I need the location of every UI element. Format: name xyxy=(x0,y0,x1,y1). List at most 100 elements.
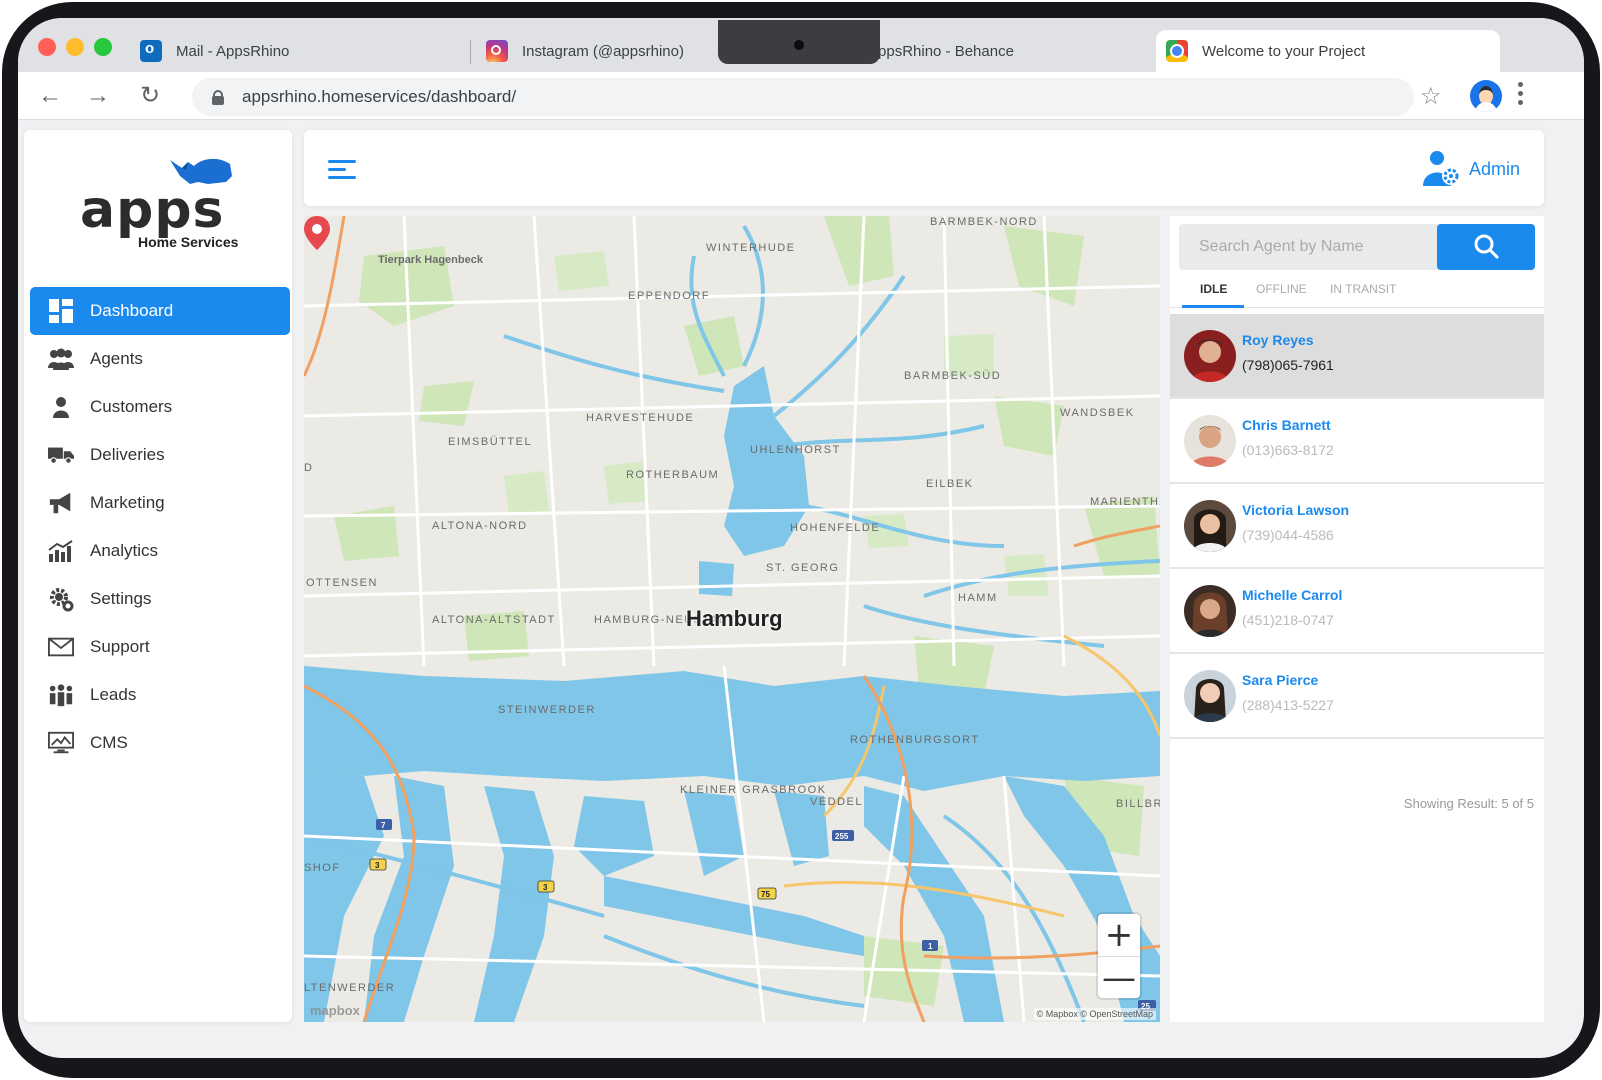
sidebar-item-dashboard[interactable]: Dashboard xyxy=(30,287,290,335)
district-label: LTENWERDER xyxy=(304,982,396,994)
district-label: HARVESTEHUDE xyxy=(586,412,695,424)
district-label: HOHENFELDE xyxy=(790,522,881,534)
sidebar-item-analytics[interactable]: Analytics xyxy=(30,527,290,575)
sidebar-item-settings[interactable]: Settings xyxy=(30,575,290,623)
tab-title: Instagram (@appsrhino) xyxy=(522,42,684,60)
camera-notch xyxy=(718,20,880,64)
sidebar-item-cms[interactable]: CMS xyxy=(30,719,290,767)
zoom-in-button[interactable]: + xyxy=(1098,914,1140,956)
group-icon xyxy=(48,682,74,708)
tab-title: AppsRhino - Behance xyxy=(868,42,1014,60)
menu-toggle-icon[interactable] xyxy=(328,160,356,184)
url-text: appsrhino.homeservices/dashboard/ xyxy=(242,87,517,106)
zoom-control: + — xyxy=(1098,914,1140,998)
minimize-window-button[interactable] xyxy=(66,38,84,56)
lock-icon xyxy=(212,90,224,105)
forward-button[interactable]: → xyxy=(86,82,110,110)
avatar xyxy=(1184,500,1236,552)
avatar xyxy=(1184,585,1236,637)
road-shield-label: 7 xyxy=(381,821,386,830)
agents-icon xyxy=(48,346,74,372)
browser-tab-instagram[interactable]: Instagram (@appsrhino) xyxy=(486,30,684,72)
logo-wordmark: apps xyxy=(80,180,225,240)
agent-phone: (798)065-7961 xyxy=(1242,357,1334,373)
bookmark-star-icon[interactable]: ☆ xyxy=(1420,82,1442,111)
sidebar-item-label: Analytics xyxy=(90,541,159,560)
search-input[interactable] xyxy=(1179,224,1437,270)
sidebar-item-agents[interactable]: Agents xyxy=(30,335,290,383)
agent-search xyxy=(1179,224,1535,270)
agent-name: Michelle Carrol xyxy=(1242,587,1343,603)
agent-row[interactable]: Chris Barnett (013)663-8172 xyxy=(1170,399,1544,484)
active-tab-indicator xyxy=(1182,305,1244,308)
browser-tab-mail[interactable]: Mail - AppsRhino xyxy=(140,30,289,72)
truck-icon xyxy=(48,442,74,468)
district-label: ALTONA-NORD xyxy=(432,520,528,532)
status-tabs: IDLE OFFLINE IN TRANSIT xyxy=(1170,274,1544,308)
admin-user-icon xyxy=(1422,150,1461,188)
close-window-button[interactable] xyxy=(38,38,56,56)
mail-icon xyxy=(48,634,74,660)
sidebar-item-support[interactable]: Support xyxy=(30,623,290,671)
sidebar-item-label: Customers xyxy=(90,397,173,416)
sidebar-item-label: Leads xyxy=(90,685,137,704)
district-label: ALTONA-ALTSTADT xyxy=(432,614,556,626)
tab-title: Mail - AppsRhino xyxy=(176,42,290,60)
avatar xyxy=(1184,330,1236,382)
agent-phone: (288)413-5227 xyxy=(1242,697,1334,713)
reload-button[interactable]: ↻ xyxy=(140,82,160,110)
maximize-window-button[interactable] xyxy=(94,38,112,56)
agent-phone: (451)218-0747 xyxy=(1242,612,1334,628)
zoom-out-button[interactable]: — xyxy=(1098,956,1140,998)
result-count: Showing Result: 5 of 5 xyxy=(1403,796,1534,811)
map-attribution[interactable]: © Mapbox © OpenStreetMap xyxy=(1033,1008,1156,1020)
district-label: SHOF xyxy=(304,862,341,874)
sidebar-item-customers[interactable]: Customers xyxy=(30,383,290,431)
agent-phone: (013)663-8172 xyxy=(1242,442,1334,458)
district-label: EIMSBÜTTEL xyxy=(448,436,533,448)
address-bar[interactable]: appsrhino.homeservices/dashboard/ xyxy=(192,78,1414,116)
agent-row[interactable]: Michelle Carrol (451)218-0747 xyxy=(1170,569,1544,654)
road-shield-label: 3 xyxy=(375,861,380,870)
district-label: EILBEK xyxy=(926,478,974,490)
agent-row[interactable]: Victoria Lawson (739)044-4586 xyxy=(1170,484,1544,569)
road-shield-label: 3 xyxy=(543,883,548,892)
outlook-icon xyxy=(140,40,162,62)
camera-icon xyxy=(794,40,804,50)
district-label: D xyxy=(304,462,314,474)
top-header: Admin xyxy=(304,130,1544,206)
chrome-icon xyxy=(1166,40,1188,62)
instagram-icon xyxy=(486,40,508,62)
browser-tab-project[interactable]: Welcome to your Project xyxy=(1156,30,1500,72)
district-label: Tierpark Hagenbeck xyxy=(378,254,483,266)
tab-idle[interactable]: IDLE xyxy=(1200,282,1227,296)
device-frame: Mail - AppsRhino Instagram (@appsrhino) … xyxy=(0,0,1602,1080)
search-button[interactable] xyxy=(1437,224,1535,270)
browser-menu-icon[interactable] xyxy=(1518,82,1524,109)
sidebar-item-deliveries[interactable]: Deliveries xyxy=(30,431,290,479)
district-label: UHLENHORST xyxy=(750,444,841,456)
district-label: WANDSBEK xyxy=(1060,407,1135,419)
admin-menu[interactable]: Admin xyxy=(1422,150,1520,188)
agent-row[interactable]: Roy Reyes (798)065-7961 xyxy=(1170,314,1544,399)
agent-row[interactable]: Sara Pierce (288)413-5227 xyxy=(1170,654,1544,739)
map-pin-icon[interactable] xyxy=(304,216,330,250)
profile-avatar[interactable] xyxy=(1470,80,1502,112)
tab-separator xyxy=(470,40,471,64)
agent-panel: IDLE OFFLINE IN TRANSIT Roy Reyes (798)0… xyxy=(1170,216,1544,1022)
sidebar: apps Home Services Dashboard Agents Cust… xyxy=(24,130,292,1022)
tab-in-transit[interactable]: IN TRANSIT xyxy=(1330,282,1396,296)
agent-list: Roy Reyes (798)065-7961 Chris Barnett (0… xyxy=(1170,314,1544,739)
sidebar-item-label: Dashboard xyxy=(90,301,174,320)
district-label: WINTERHUDE xyxy=(706,242,796,254)
sidebar-item-marketing[interactable]: Marketing xyxy=(30,479,290,527)
map-view[interactable]: 7 3 3 255 75 1 25 BARMBEK-NORD WINTERHUD… xyxy=(304,216,1160,1022)
sidebar-item-label: CMS xyxy=(90,733,128,752)
back-button[interactable]: ← xyxy=(38,82,62,110)
sidebar-item-leads[interactable]: Leads xyxy=(30,671,290,719)
tab-offline[interactable]: OFFLINE xyxy=(1256,282,1307,296)
mapbox-logo[interactable]: mapbox xyxy=(310,1003,360,1018)
chart-icon xyxy=(48,538,74,564)
browser-toolbar: ← → ↻ appsrhino.homeservices/dashboard/ … xyxy=(18,72,1584,120)
sidebar-item-label: Settings xyxy=(90,589,152,608)
